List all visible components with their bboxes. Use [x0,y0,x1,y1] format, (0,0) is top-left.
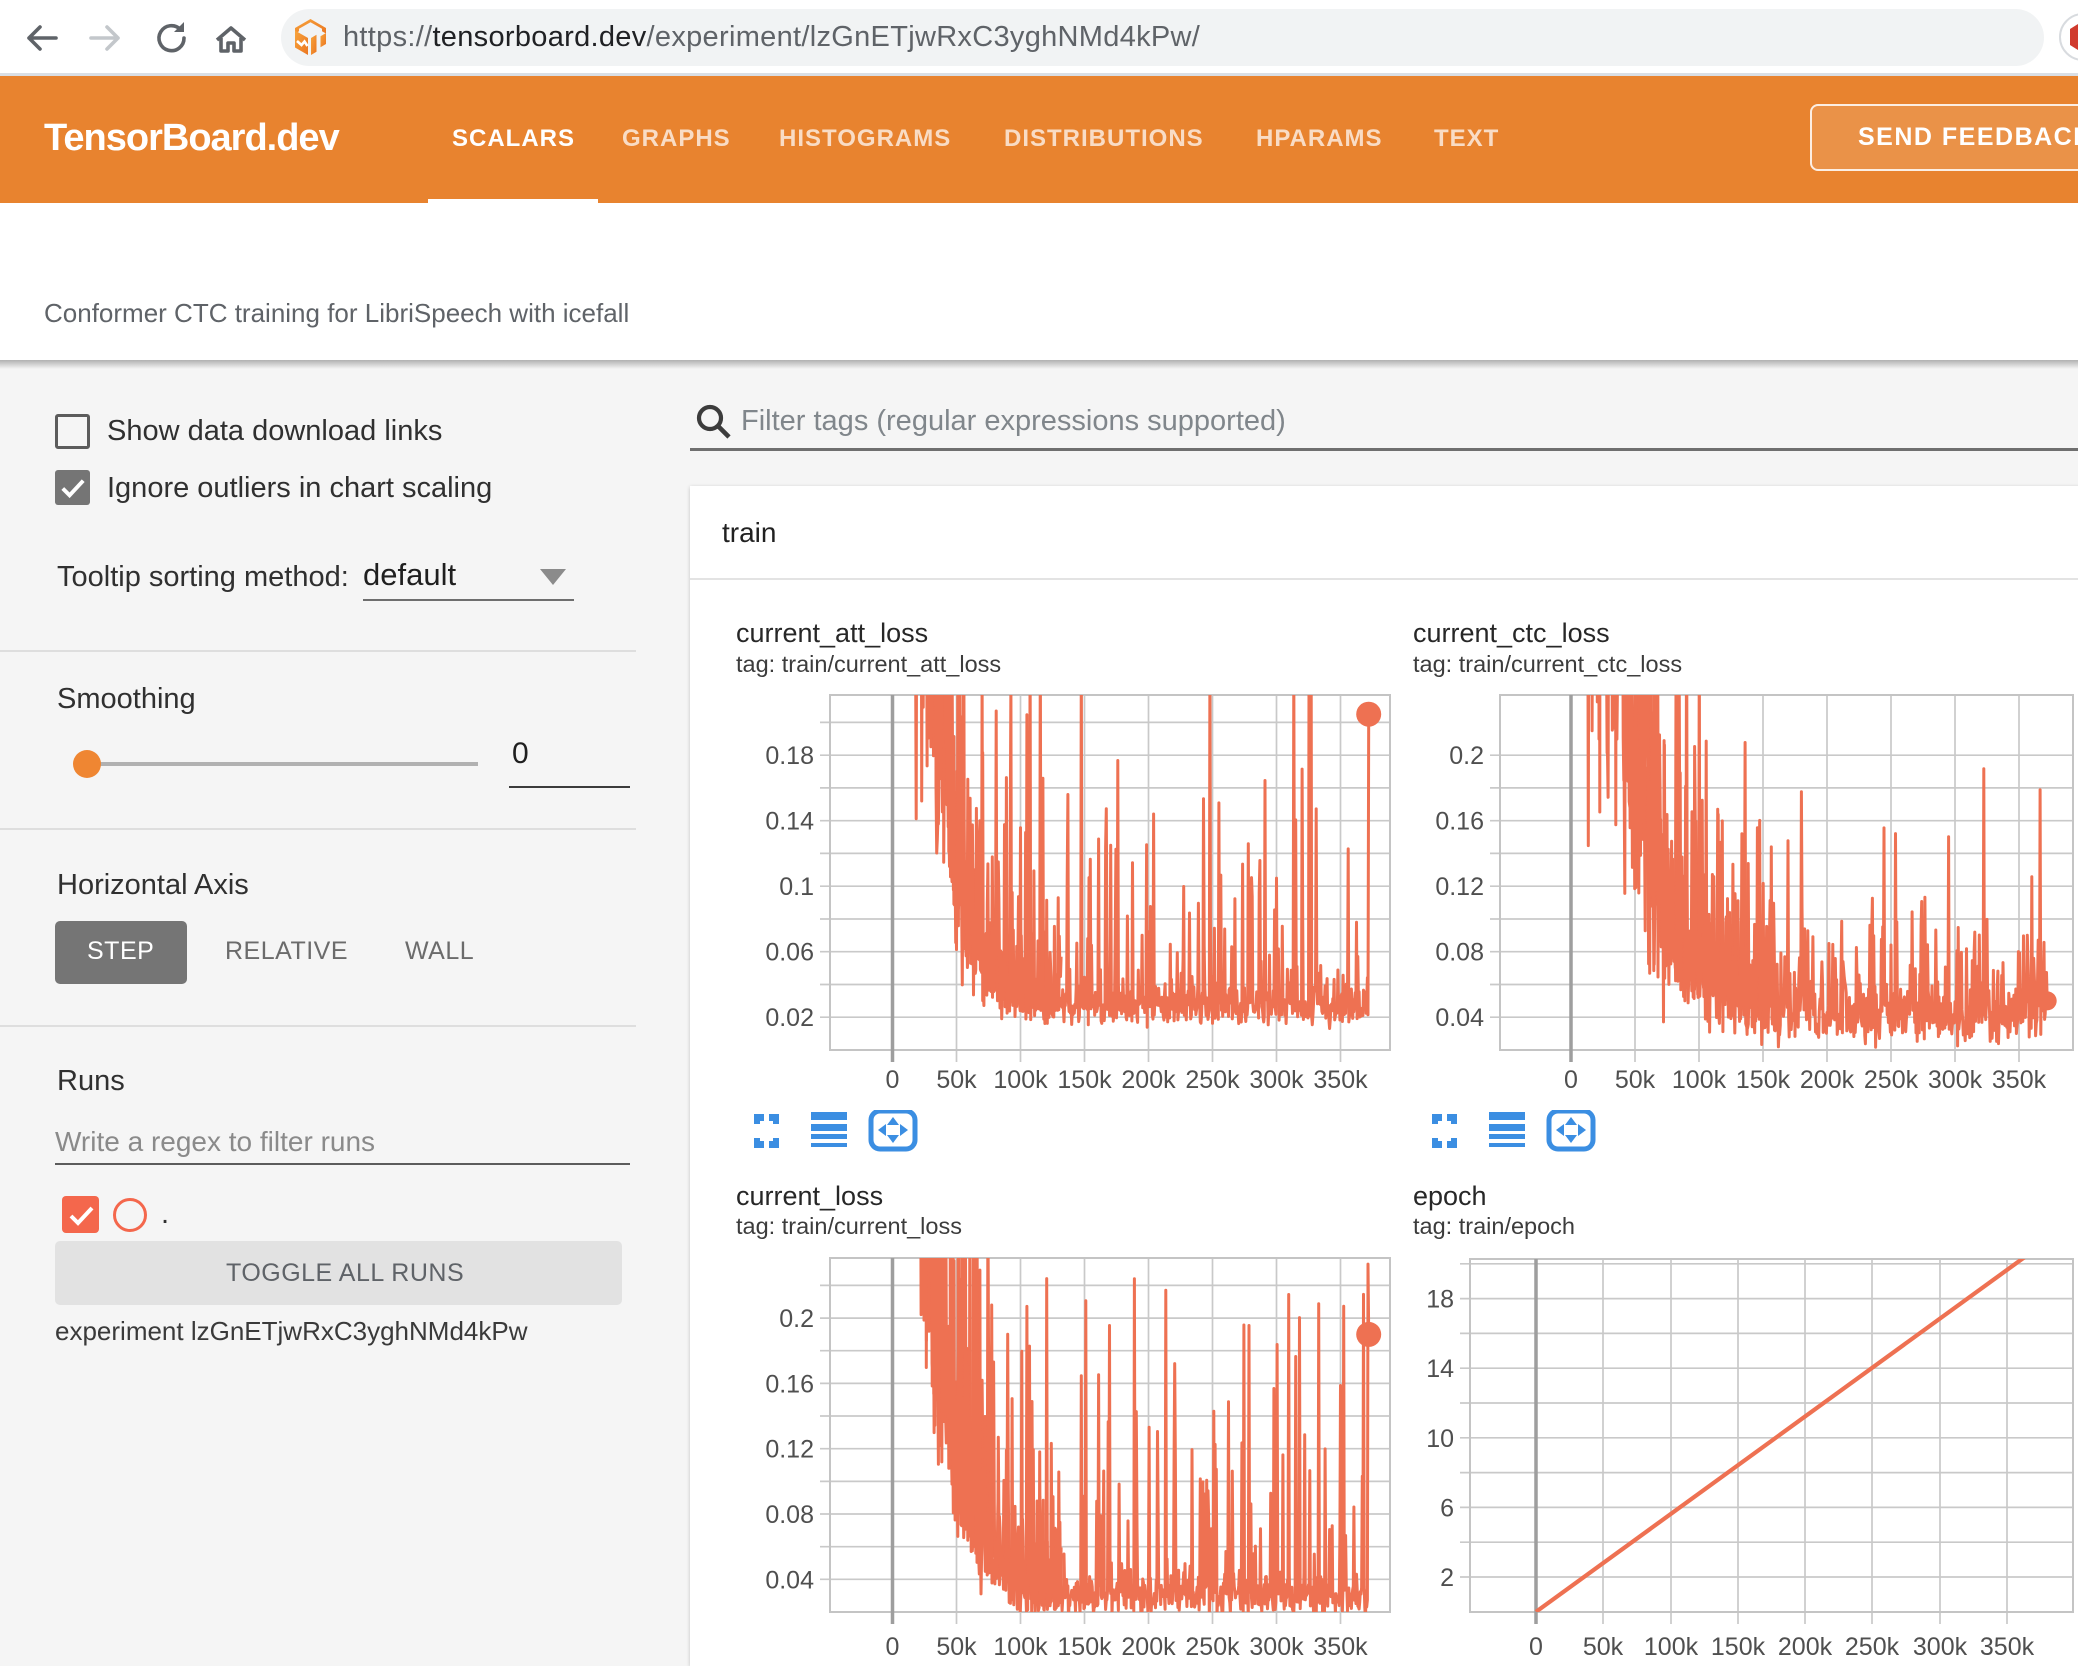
svg-text:250k: 250k [1185,1066,1240,1094]
svg-text:300k: 300k [1928,1066,1983,1094]
svg-text:50k: 50k [1583,1633,1624,1661]
svg-text:300k: 300k [1913,1633,1968,1661]
svg-text:0.14: 0.14 [765,808,814,836]
svg-text:250k: 250k [1185,1633,1240,1661]
svg-text:300k: 300k [1249,1066,1304,1094]
svg-text:tag: train/current_ctc_loss: tag: train/current_ctc_loss [1413,651,1682,677]
svg-text:150k: 150k [1736,1066,1791,1094]
svg-text:18: 18 [1426,1286,1454,1314]
svg-text:100k: 100k [1672,1066,1727,1094]
svg-text:200k: 200k [1121,1066,1176,1094]
svg-text:tag: train/current_loss: tag: train/current_loss [736,1213,962,1239]
svg-text:50k: 50k [936,1066,977,1094]
svg-text:150k: 150k [1057,1633,1112,1661]
svg-text:0.2: 0.2 [779,1305,814,1333]
svg-text:current_att_loss: current_att_loss [736,618,928,648]
svg-text:current_ctc_loss: current_ctc_loss [1413,618,1610,648]
svg-text:350k: 350k [1992,1066,2047,1094]
svg-text:0.08: 0.08 [1435,939,1484,967]
svg-text:100k: 100k [1644,1633,1699,1661]
svg-text:250k: 250k [1864,1066,1919,1094]
svg-text:0.1: 0.1 [779,873,814,901]
svg-text:350k: 350k [1980,1633,2035,1661]
svg-text:0.16: 0.16 [1435,808,1484,836]
svg-text:150k: 150k [1711,1633,1766,1661]
svg-text:14: 14 [1426,1355,1454,1383]
svg-text:0.2: 0.2 [1449,742,1484,770]
svg-text:0.04: 0.04 [1435,1004,1484,1032]
svg-text:50k: 50k [936,1633,977,1661]
svg-text:0: 0 [886,1633,900,1661]
svg-text:0: 0 [1564,1066,1578,1094]
svg-text:tag: train/current_att_loss: tag: train/current_att_loss [736,651,1001,677]
svg-text:350k: 350k [1313,1066,1368,1094]
svg-text:200k: 200k [1800,1066,1855,1094]
svg-text:0.06: 0.06 [765,939,814,967]
svg-text:0.02: 0.02 [765,1004,814,1032]
svg-text:tag: train/epoch: tag: train/epoch [1413,1213,1575,1239]
svg-text:100k: 100k [993,1066,1048,1094]
svg-text:epoch: epoch [1413,1181,1487,1211]
svg-text:150k: 150k [1057,1066,1112,1094]
svg-text:0.18: 0.18 [765,742,814,770]
svg-text:6: 6 [1440,1494,1454,1522]
svg-text:200k: 200k [1121,1633,1176,1661]
svg-text:current_loss: current_loss [736,1181,883,1211]
svg-text:0.12: 0.12 [1435,873,1484,901]
svg-text:350k: 350k [1313,1633,1368,1661]
svg-text:0.12: 0.12 [765,1436,814,1464]
svg-text:0: 0 [1529,1633,1543,1661]
svg-text:0.04: 0.04 [765,1566,814,1594]
svg-text:2: 2 [1440,1564,1454,1592]
svg-text:0: 0 [886,1066,900,1094]
svg-text:250k: 250k [1845,1633,1900,1661]
svg-text:100k: 100k [993,1633,1048,1661]
svg-text:10: 10 [1426,1425,1454,1453]
svg-text:200k: 200k [1778,1633,1833,1661]
svg-text:50k: 50k [1615,1066,1656,1094]
svg-text:0.16: 0.16 [765,1370,814,1398]
svg-text:0.08: 0.08 [765,1501,814,1529]
svg-text:300k: 300k [1249,1633,1304,1661]
